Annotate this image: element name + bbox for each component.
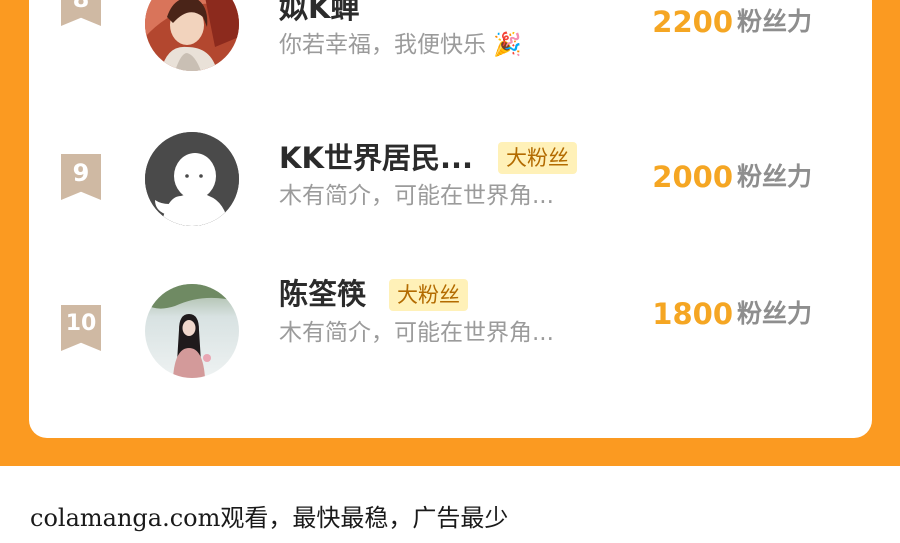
fan-power-label: 粉丝力 [737, 299, 813, 328]
fan-power-label: 粉丝力 [737, 7, 813, 36]
rank-tag: 8 [61, 0, 101, 26]
user-name[interactable]: KK世界居民... [279, 140, 473, 176]
big-fan-badge: 大粉丝 [389, 279, 468, 311]
user-name[interactable]: 陈筌筷 [279, 276, 366, 312]
rank-tag: 9 [61, 154, 101, 200]
big-fan-badge: 大粉丝 [498, 142, 577, 174]
site-watermark-text: colamanga.com观看，最快最稳，广告最少 [30, 504, 509, 532]
avatar[interactable] [145, 132, 239, 226]
fan-power-value: 2000 [652, 160, 733, 194]
avatar[interactable] [145, 284, 239, 378]
fan-power-value: 2200 [652, 5, 733, 39]
avatar-illustrated-character-icon [145, 0, 239, 71]
user-bio: 你若幸福，我便快乐 🎉 [279, 32, 522, 58]
fan-power-value: 1800 [652, 297, 733, 331]
user-bio: 木有简介，可能在世界角... [279, 183, 554, 209]
avatar-photo-girl-icon [145, 284, 239, 378]
avatar[interactable] [145, 0, 239, 71]
list-item[interactable]: 9 KK世界居民... 大粉丝 木有简介，可能在世界角... 2000 粉丝力 [29, 130, 872, 250]
user-bio: 木有简介，可能在世界角... [279, 320, 554, 346]
rank-tag: 10 [61, 305, 101, 351]
fans-ranking-card: 8 姒K蝉 你若幸福，我便快乐 🎉 2200 粉丝力 9 [29, 0, 872, 438]
avatar-default-placeholder-icon [145, 132, 239, 226]
user-name[interactable]: 姒K蝉 [279, 0, 359, 26]
fan-power-label: 粉丝力 [737, 162, 813, 191]
list-item[interactable]: 10 陈筌筷 大粉丝 木有简介，可能在世界角... 1800 粉丝力 [29, 277, 872, 402]
list-item[interactable]: 8 姒K蝉 你若幸福，我便快乐 🎉 2200 粉丝力 [29, 0, 872, 100]
